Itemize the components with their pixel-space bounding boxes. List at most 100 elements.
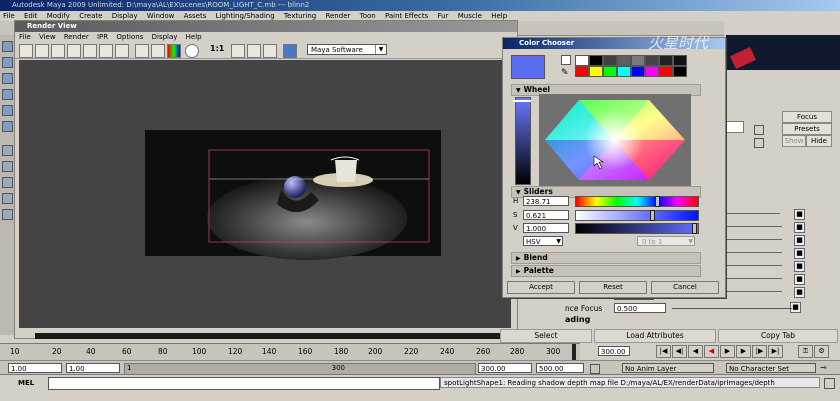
play-backward-icon[interactable]: ◀ <box>704 345 719 358</box>
menu-create[interactable]: Create <box>79 12 102 20</box>
attr-slider[interactable] <box>726 252 782 253</box>
go-to-end-icon[interactable]: ▶| <box>768 345 783 358</box>
reset-button[interactable]: Reset <box>579 281 647 294</box>
menu-paint-effects[interactable]: Paint Effects <box>385 12 428 20</box>
color-swatch[interactable] <box>589 66 603 77</box>
value-slider-thumb[interactable] <box>513 100 531 102</box>
attr-slider[interactable] <box>726 265 782 266</box>
output-connection-icon[interactable] <box>754 138 764 148</box>
focus-distance-field[interactable]: 0.500 <box>614 303 666 313</box>
menu-assets[interactable]: Assets <box>184 12 207 20</box>
presets-button[interactable]: Presets <box>782 123 832 135</box>
lasso-tool-icon[interactable] <box>2 57 13 68</box>
node-name-field[interactable] <box>726 121 744 133</box>
auto-key-icon[interactable]: ⚿ <box>798 345 813 358</box>
color-swatch[interactable] <box>575 66 589 77</box>
color-swatch[interactable] <box>603 55 617 66</box>
mel-label[interactable]: MEL <box>18 379 34 387</box>
color-swatch[interactable] <box>645 66 659 77</box>
layout-icon[interactable] <box>2 161 13 172</box>
focus-button[interactable]: Focus <box>782 111 832 123</box>
rv-menu-view[interactable]: View <box>39 33 56 41</box>
attr-slider[interactable] <box>726 239 782 240</box>
snapshot-icon[interactable] <box>83 44 97 58</box>
camera-icon[interactable] <box>247 44 261 58</box>
redo-render-icon[interactable] <box>19 44 33 58</box>
attr-slider[interactable] <box>726 226 782 227</box>
end-time-field[interactable]: 500.00 <box>536 363 584 373</box>
saturation-field[interactable]: 0.621 <box>523 210 569 220</box>
blend-section-header[interactable]: ▶ Blend <box>511 252 701 264</box>
rgb-channel-icon[interactable] <box>167 44 181 58</box>
value-slider-bar[interactable] <box>575 223 699 234</box>
accept-button[interactable]: Accept <box>507 281 575 294</box>
menu-muscle[interactable]: Muscle <box>458 12 482 20</box>
color-swatch[interactable] <box>589 55 603 66</box>
rv-menu-display[interactable]: Display <box>152 33 178 41</box>
character-set-dropdown[interactable]: No Character Set <box>726 363 816 373</box>
select-button[interactable]: Select <box>500 329 592 343</box>
palette-section-header[interactable]: ▶ Palette <box>511 265 701 277</box>
cancel-button[interactable]: Cancel <box>651 281 719 294</box>
layout-icon[interactable] <box>2 177 13 188</box>
menu-edit[interactable]: Edit <box>24 12 38 20</box>
color-swatch[interactable] <box>673 55 687 66</box>
attr-slider[interactable] <box>726 291 782 292</box>
remove-image-icon[interactable] <box>151 44 165 58</box>
render-layers-icon[interactable] <box>263 44 277 58</box>
menu-toon[interactable]: Toon <box>360 12 376 20</box>
focus-distance-slider[interactable] <box>672 308 792 309</box>
menu-file[interactable]: File <box>3 12 15 20</box>
menu-fur[interactable]: Fur <box>438 12 449 20</box>
current-frame-field[interactable]: 300.00 <box>598 346 630 356</box>
manipulator-tool-icon[interactable] <box>2 121 13 132</box>
menu-lighting[interactable]: Lighting/Shading <box>216 12 275 20</box>
color-swatch[interactable] <box>603 66 617 77</box>
color-mode-dropdown[interactable]: HSV ▼ <box>523 236 563 246</box>
hue-field[interactable]: 238.71 <box>523 196 569 206</box>
keep-image-icon[interactable] <box>135 44 149 58</box>
color-swatch[interactable] <box>631 66 645 77</box>
alpha-channel-icon[interactable] <box>185 44 199 58</box>
display-real-size-icon[interactable] <box>231 44 245 58</box>
saturation-slider-thumb[interactable] <box>650 210 655 221</box>
menu-render[interactable]: Render <box>325 12 350 20</box>
show-button[interactable]: Show <box>782 135 806 147</box>
playback-start-field[interactable]: 1.00 <box>66 363 120 373</box>
color-swatch[interactable] <box>617 55 631 66</box>
shading-section-header[interactable]: ading <box>565 315 590 324</box>
input-connection-icon[interactable] <box>754 125 764 135</box>
copy-tab-button[interactable]: Copy Tab <box>718 329 838 343</box>
key-icon[interactable]: ⊸ <box>820 363 827 372</box>
render-region-icon[interactable] <box>67 44 81 58</box>
animation-prefs-icon[interactable]: ⚙ <box>814 345 829 358</box>
start-time-field[interactable]: 1.00 <box>8 363 62 373</box>
attr-slider[interactable] <box>726 278 782 279</box>
attr-slider[interactable] <box>726 213 780 214</box>
swatch-toggle-icon[interactable] <box>561 55 571 65</box>
step-back-frame-icon[interactable]: ◀ <box>688 345 703 358</box>
range-dropdown[interactable]: 0 to 1 ▼ <box>637 236 695 246</box>
ipr-render-icon[interactable] <box>35 44 49 58</box>
color-swatch[interactable] <box>659 55 673 66</box>
rv-menu-help[interactable]: Help <box>186 33 202 41</box>
move-tool-icon[interactable] <box>2 73 13 84</box>
map-button-icon[interactable]: ■ <box>794 222 805 233</box>
rv-menu-render[interactable]: Render <box>64 33 89 41</box>
value-slider-thumb[interactable] <box>692 223 697 234</box>
saturation-slider[interactable] <box>575 210 699 221</box>
mel-input[interactable] <box>48 377 440 390</box>
step-forward-frame-icon[interactable]: ▶ <box>736 345 751 358</box>
renderer-dropdown[interactable]: Maya Software ▼ <box>307 44 387 55</box>
menu-display[interactable]: Display <box>112 12 138 20</box>
menu-window[interactable]: Window <box>147 12 175 20</box>
value-slider[interactable] <box>515 97 531 185</box>
step-back-key-icon[interactable]: ◀| <box>672 345 687 358</box>
play-forward-icon[interactable]: ▶ <box>720 345 735 358</box>
layout-icon[interactable] <box>2 193 13 204</box>
menu-modify[interactable]: Modify <box>47 12 70 20</box>
value-field[interactable]: 1.000 <box>523 223 569 233</box>
map-button-icon[interactable]: ■ <box>794 209 805 220</box>
step-forward-key-icon[interactable]: |▶ <box>752 345 767 358</box>
color-swatch[interactable] <box>631 55 645 66</box>
